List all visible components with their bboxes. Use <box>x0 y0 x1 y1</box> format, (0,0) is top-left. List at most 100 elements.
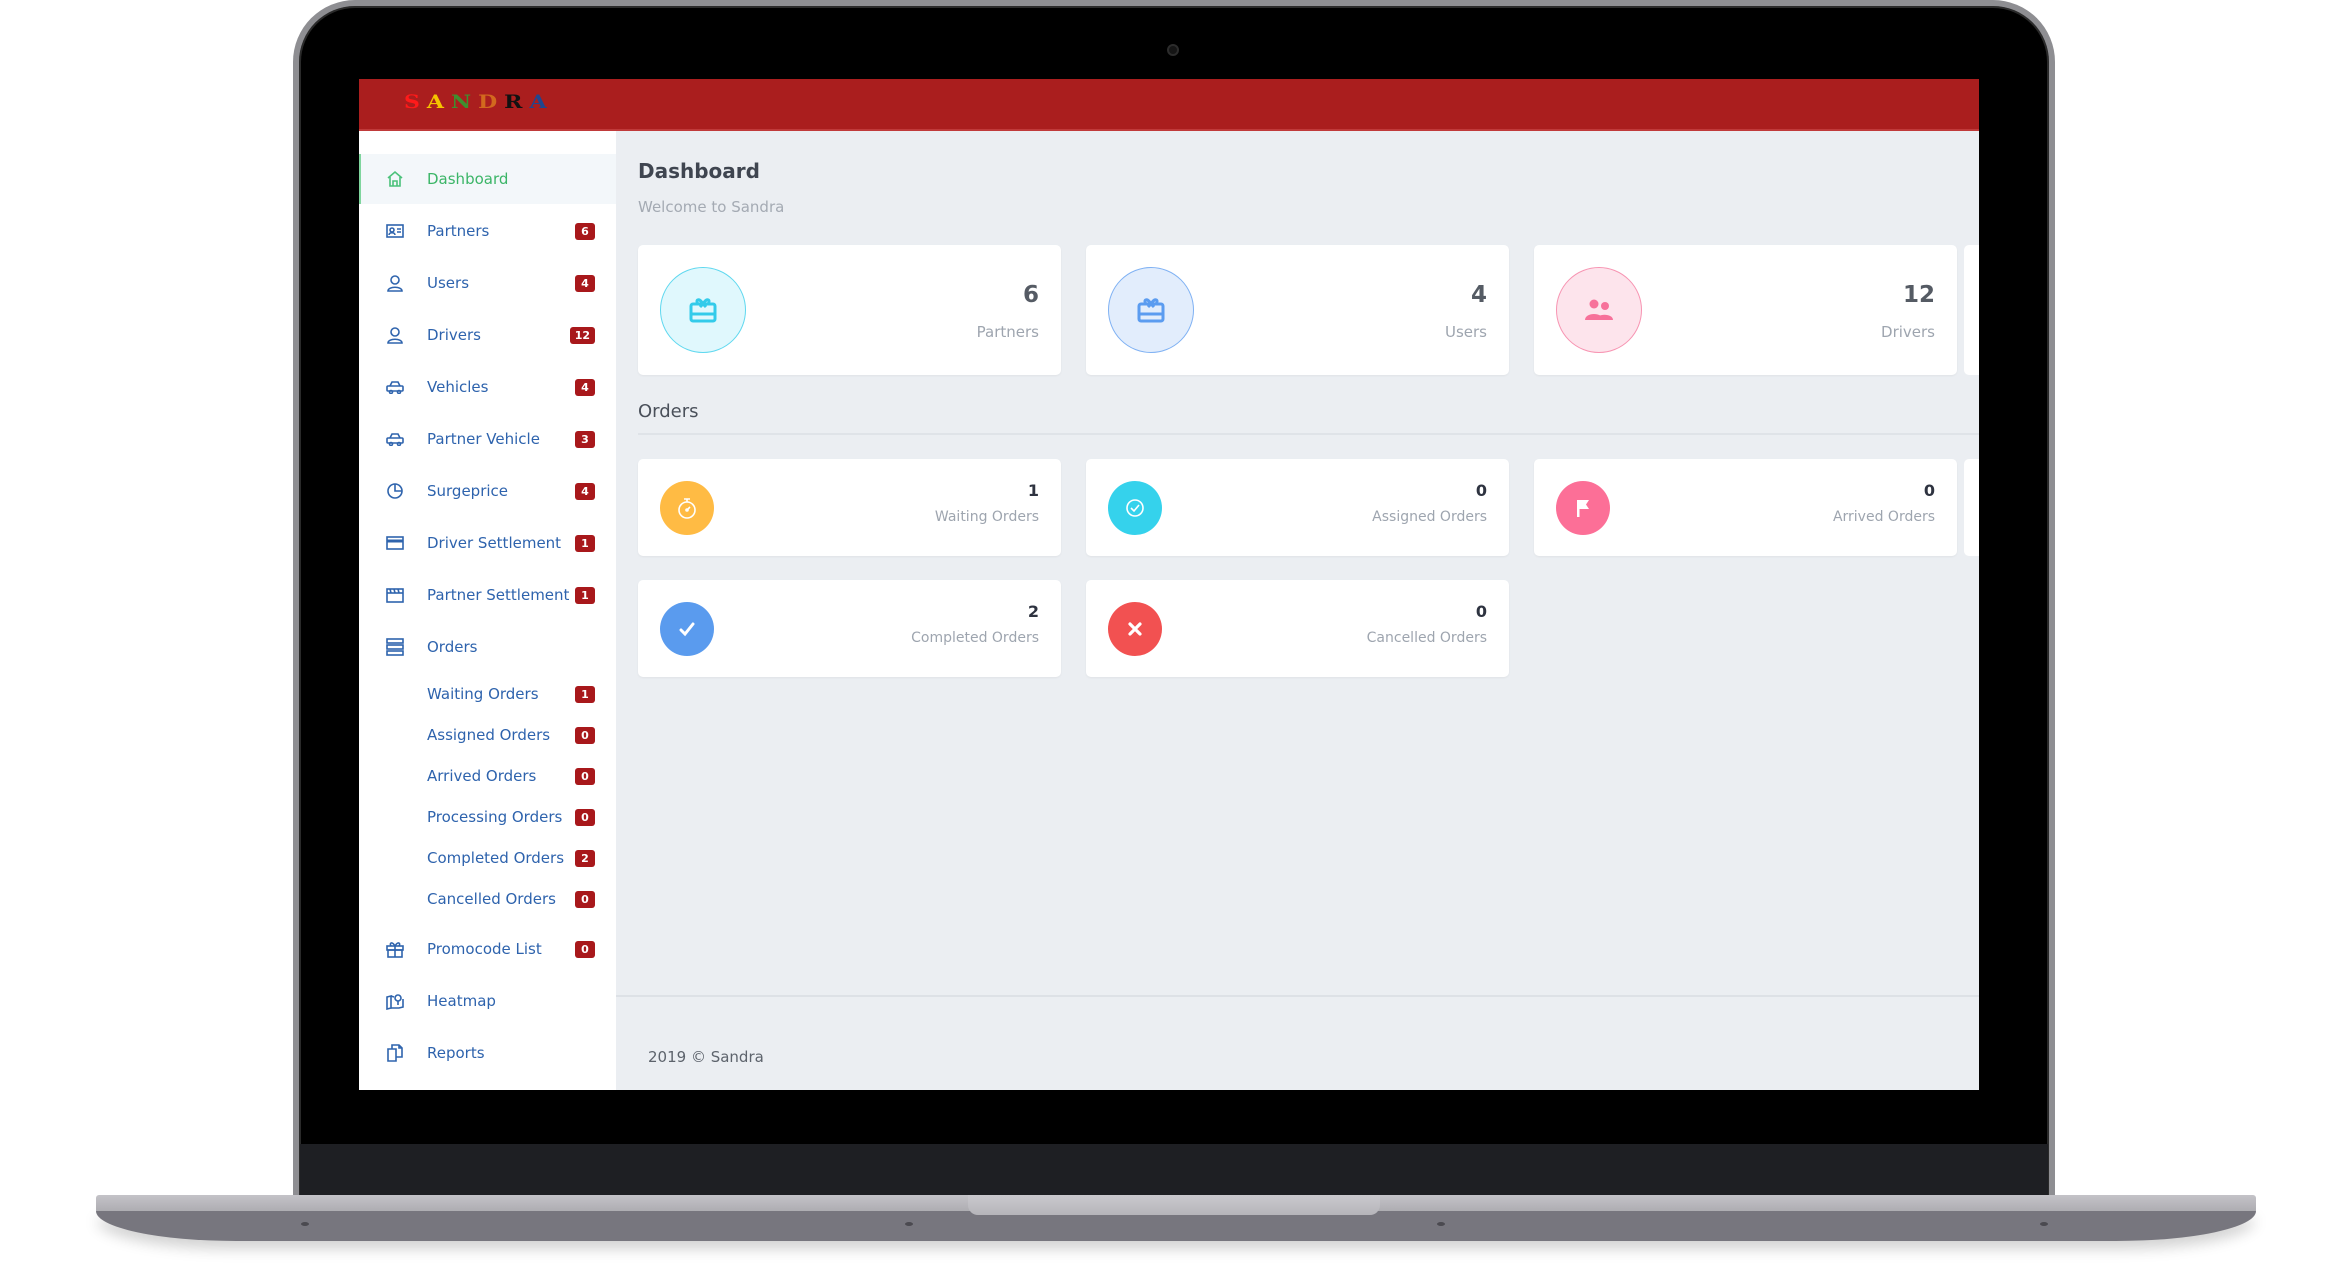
sidebar-subitem-completed-orders[interactable]: Completed Orders 2 <box>359 840 616 876</box>
count-badge: 0 <box>575 940 595 958</box>
count-badge: 0 <box>575 767 595 785</box>
logo-letter: A <box>426 90 451 114</box>
page-subtitle: Welcome to Sandra <box>638 198 785 216</box>
stat-card-users[interactable]: 4 Users <box>1086 245 1509 375</box>
count-badge: 12 <box>569 326 595 344</box>
order-count: 1 <box>1027 481 1039 500</box>
sidebar-item-label: Surgeprice <box>427 482 509 500</box>
logo-letter: N <box>450 90 479 114</box>
stopwatch-icon <box>660 481 714 535</box>
logo-letter: A <box>529 90 554 114</box>
order-card-clipped <box>1964 459 1979 556</box>
stat-value: 4 <box>1470 282 1487 308</box>
count-badge: 1 <box>575 534 595 552</box>
count-badge: 4 <box>575 482 595 500</box>
check-circle-icon <box>1108 481 1162 535</box>
flag-icon <box>1556 481 1610 535</box>
top-header: SANDRA <box>359 79 1979 131</box>
order-card-cancelled[interactable]: 0 Cancelled Orders <box>1086 580 1509 677</box>
sidebar-item-heatmap[interactable]: Heatmap <box>359 976 616 1026</box>
laptop-base <box>96 1211 2256 1241</box>
logo-letter: S <box>404 90 427 114</box>
count-badge: 2 <box>575 849 595 867</box>
sidebar-item-drivers[interactable]: Drivers 12 <box>359 310 616 360</box>
stat-card-clipped <box>1964 245 1979 375</box>
gift-icon <box>385 939 405 959</box>
stat-label: Drivers <box>1881 323 1935 341</box>
users-group-icon <box>1556 267 1642 353</box>
sidebar-item-label: Partners <box>427 222 490 240</box>
order-card-completed[interactable]: 2 Completed Orders <box>638 580 1061 677</box>
sidebar-item-label: Assigned Orders <box>427 726 551 744</box>
sidebar-item-vehicles[interactable]: Vehicles 4 <box>359 362 616 412</box>
sidebar-item-label: Promocode List <box>427 940 542 958</box>
list-icon <box>385 637 405 657</box>
sidebar-item-partner-settlement[interactable]: Partner Settlement 1 <box>359 570 616 620</box>
user-icon <box>385 273 405 293</box>
order-card-arrived[interactable]: 0 Arrived Orders <box>1534 459 1957 556</box>
car-icon <box>385 429 405 449</box>
page-title: Dashboard <box>638 159 760 183</box>
footer-divider <box>616 995 1979 997</box>
sidebar-item-label: Waiting Orders <box>427 685 539 703</box>
order-card-assigned[interactable]: 0 Assigned Orders <box>1086 459 1509 556</box>
sidebar-item-promocode-list[interactable]: Promocode List 0 <box>359 924 616 974</box>
sidebar-subitem-waiting-orders[interactable]: Waiting Orders 1 <box>359 676 616 712</box>
order-label: Arrived Orders <box>1832 509 1935 525</box>
sidebar-item-driver-settlement[interactable]: Driver Settlement 1 <box>359 518 616 568</box>
logo[interactable]: SANDRA <box>404 91 554 113</box>
sidebar-item-label: Users <box>427 274 470 292</box>
stat-card-partners[interactable]: 6 Partners <box>638 245 1061 375</box>
order-count: 0 <box>1923 481 1935 500</box>
credit-card-icon <box>385 533 405 553</box>
count-badge: 1 <box>575 685 595 703</box>
sidebar-item-orders[interactable]: Orders <box>359 622 616 672</box>
order-count: 0 <box>1475 481 1487 500</box>
sidebar-item-surgeprice[interactable]: Surgeprice 4 <box>359 466 616 516</box>
id-card-icon <box>385 221 405 241</box>
count-badge: 4 <box>575 378 595 396</box>
laptop-chin <box>300 1144 2048 1195</box>
sidebar-item-partners[interactable]: Partners 6 <box>359 206 616 256</box>
count-badge: 1 <box>575 586 595 604</box>
section-divider <box>638 433 1979 435</box>
order-label: Completed Orders <box>911 630 1039 646</box>
order-label: Waiting Orders <box>934 509 1039 525</box>
sidebar-item-label: Drivers <box>427 326 481 344</box>
stat-value: 6 <box>1022 282 1039 308</box>
sidebar-item-label: Processing Orders <box>427 808 563 826</box>
laptop-foot <box>1437 1222 1445 1226</box>
order-card-waiting[interactable]: 1 Waiting Orders <box>638 459 1061 556</box>
sidebar-item-users[interactable]: Users 4 <box>359 258 616 308</box>
sidebar-item-label: Cancelled Orders <box>427 890 556 908</box>
count-badge: 0 <box>575 890 595 908</box>
stat-label: Users <box>1444 323 1487 341</box>
sidebar-item-label: Reports <box>427 1044 485 1062</box>
sidebar-item-label: Partner Settlement <box>427 586 570 604</box>
sidebar-subitem-cancelled-orders[interactable]: Cancelled Orders 0 <box>359 881 616 917</box>
sidebar-subitem-assigned-orders[interactable]: Assigned Orders 0 <box>359 717 616 753</box>
clapperboard-icon <box>385 585 405 605</box>
logo-letter: D <box>478 90 505 114</box>
sidebar-item-label: Vehicles <box>427 378 489 396</box>
sidebar-subitem-arrived-orders[interactable]: Arrived Orders 0 <box>359 758 616 794</box>
close-icon <box>1108 602 1162 656</box>
laptop-notch <box>968 1195 1380 1215</box>
orders-section-title: Orders <box>638 401 699 422</box>
copy-documents-icon <box>385 1043 405 1063</box>
sidebar-item-label: Partner Vehicle <box>427 430 540 448</box>
pie-chart-icon <box>385 481 405 501</box>
checkmark-icon <box>660 602 714 656</box>
laptop-foot <box>301 1222 309 1226</box>
count-badge: 6 <box>575 222 595 240</box>
count-badge: 3 <box>575 430 595 448</box>
stat-card-drivers[interactable]: 12 Drivers <box>1534 245 1957 375</box>
order-label: Assigned Orders <box>1372 509 1487 525</box>
sidebar-item-partner-vehicle[interactable]: Partner Vehicle 3 <box>359 414 616 464</box>
sidebar-subitem-processing-orders[interactable]: Processing Orders 0 <box>359 799 616 835</box>
stat-value: 12 <box>1902 282 1935 308</box>
order-count: 0 <box>1475 602 1487 621</box>
sidebar-item-reports[interactable]: Reports <box>359 1028 616 1078</box>
sidebar-item-dashboard[interactable]: Dashboard <box>359 154 616 204</box>
laptop-foot <box>2040 1222 2048 1226</box>
